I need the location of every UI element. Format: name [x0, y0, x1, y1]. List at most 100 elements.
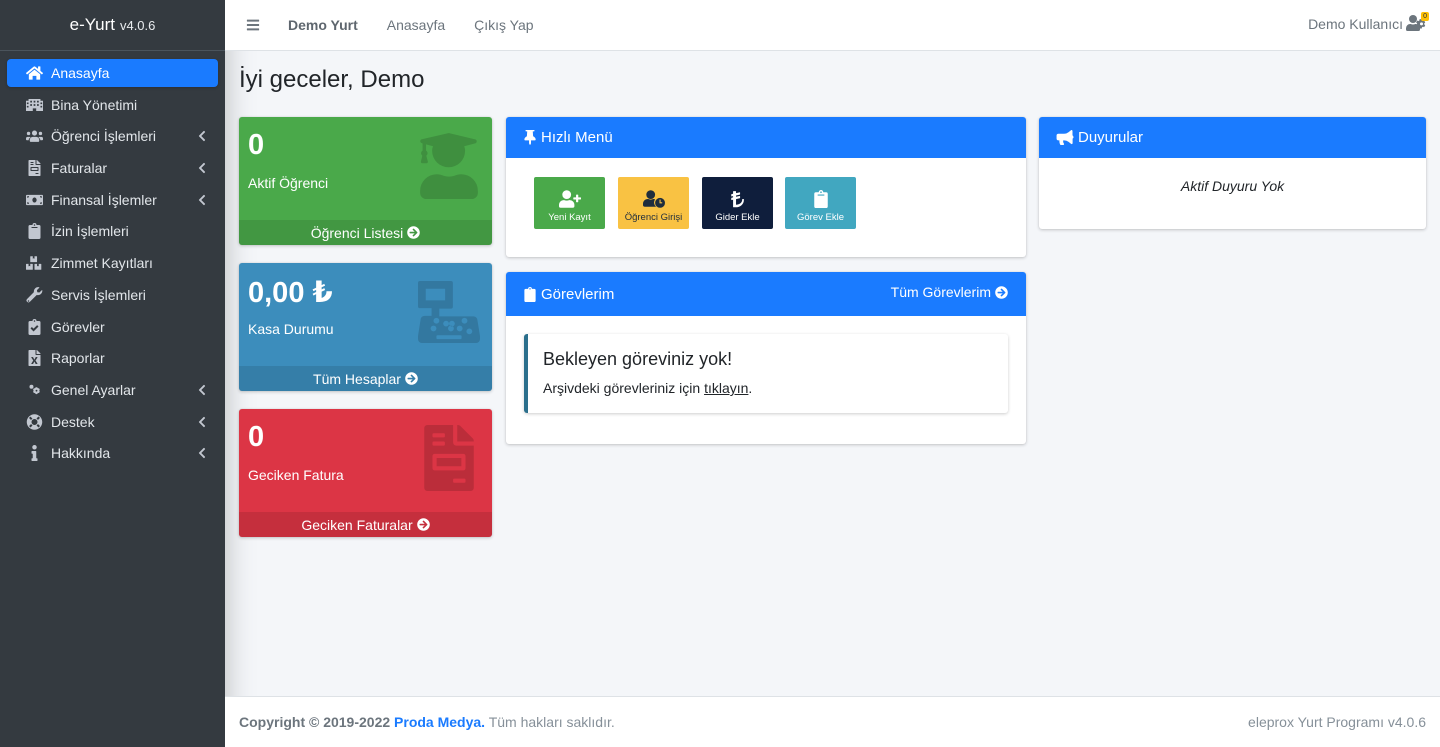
- stat-box-aktif-ogrenci: 0 Aktif Öğrenci Öğrenci Listesi: [239, 117, 492, 245]
- brand-name: e-Yurt: [69, 15, 115, 34]
- chevron-left-icon: [198, 193, 206, 207]
- yeni-kayit-button[interactable]: Yeni Kayıt: [534, 177, 605, 229]
- sidebar-item-faturalar[interactable]: Faturalar: [7, 154, 218, 182]
- chevron-left-icon: [198, 383, 206, 397]
- all-tasks-label: Tüm Görevlerim: [890, 284, 991, 300]
- clipboard-check-icon: [24, 318, 44, 336]
- sidebar-item-servis[interactable]: Servis İşlemleri: [7, 281, 218, 309]
- brand[interactable]: e-Yurt v4.0.6: [0, 0, 225, 51]
- sidebar-item-zimmet[interactable]: Zimmet Kayıtları: [7, 249, 218, 277]
- stat-value: 0: [248, 421, 265, 453]
- footer-label: Tüm Hesaplar: [313, 370, 401, 387]
- file-invoice-icon: [418, 425, 480, 491]
- stat-value: 0: [248, 129, 265, 161]
- sidebar-item-label: Zimmet Kayıtları: [51, 255, 153, 272]
- clipboard-icon: [813, 190, 828, 208]
- geciken-faturalar-link[interactable]: Geciken Faturalar: [239, 512, 492, 537]
- chevron-left-icon: [198, 446, 206, 460]
- user-plus-icon: [558, 190, 581, 208]
- sidebar-item-label: Öğrenci İşlemleri: [51, 128, 157, 145]
- archive-link[interactable]: tıklayın: [704, 380, 748, 396]
- quick-menu-header: Hızlı Menü: [506, 117, 1026, 158]
- file-invoice-icon: [24, 159, 44, 177]
- announcements-title: Duyurular: [1078, 129, 1144, 146]
- button-label: Görev Ekle: [797, 212, 844, 223]
- user-menu[interactable]: Demo Kullanıcı 0: [1308, 12, 1429, 33]
- notification-badge: 0: [1421, 12, 1429, 21]
- life-ring-icon: [24, 413, 44, 431]
- arrow-circle-right-icon: [405, 372, 418, 385]
- cogs-icon: [24, 381, 44, 399]
- sidebar-item-anasayfa[interactable]: Anasayfa: [7, 59, 218, 87]
- user-name: Demo Kullanıcı: [1308, 16, 1403, 32]
- sidebar-item-label: Finansal İşlemler: [51, 191, 157, 208]
- no-tasks-text-prefix: Arşivdeki görevleriniz için: [543, 380, 701, 396]
- no-tasks-text: Arşivdeki görevleriniz için tıklayın.: [543, 380, 752, 396]
- chevron-left-icon: [198, 415, 206, 429]
- cash-register-icon: [418, 279, 480, 345]
- all-tasks-link[interactable]: Tüm Görevlerim: [891, 284, 1008, 300]
- sidebar-item-genel-ayarlar[interactable]: Genel Ayarlar: [7, 376, 218, 404]
- stat-box-geciken-fatura: 0 Geciken Fatura Geciken Faturalar: [239, 409, 492, 537]
- quick-menu-card: Hızlı Menü Yeni Kayıt Öğrenci Girişi Gid…: [506, 117, 1026, 257]
- program-version: eleprox Yurt Programı v4.0.6: [1248, 714, 1426, 730]
- button-label: Yeni Kayıt: [548, 212, 591, 223]
- sidebar-item-izin[interactable]: İzin İşlemleri: [7, 217, 218, 245]
- sidebar-item-destek[interactable]: Destek: [7, 408, 218, 436]
- stat-label: Aktif Öğrenci: [248, 175, 329, 191]
- company-link[interactable]: Proda Medya.: [394, 714, 485, 730]
- button-label: Gider Ekle: [715, 212, 760, 223]
- nav-link-demo-yurt[interactable]: Demo Yurt: [288, 17, 358, 33]
- sidebar-item-finansal[interactable]: Finansal İşlemler: [7, 186, 218, 214]
- no-tasks-text-suffix: .: [748, 380, 753, 396]
- tum-hesaplar-link[interactable]: Tüm Hesaplar: [239, 366, 492, 391]
- nav-link-cikis[interactable]: Çıkış Yap: [474, 17, 533, 33]
- building-icon: [24, 96, 44, 114]
- file-excel-icon: [24, 349, 44, 367]
- ogrenci-girisi-button[interactable]: Öğrenci Girişi: [618, 177, 689, 229]
- arrow-circle-right-icon: [995, 285, 1008, 299]
- copyright-text: Copyright © 2019-2022: [239, 714, 391, 730]
- sidebar-item-bina[interactable]: Bina Yönetimi: [7, 91, 218, 119]
- stat-value: 0,00 ₺: [248, 277, 333, 309]
- rights-text: Tüm hakları saklıdır.: [488, 714, 615, 730]
- sidebar-item-label: Genel Ayarlar: [51, 381, 136, 398]
- sidebar-item-label: Destek: [51, 413, 95, 430]
- ogrenci-listesi-link[interactable]: Öğrenci Listesi: [239, 220, 492, 245]
- gorev-ekle-button[interactable]: Görev Ekle: [785, 177, 856, 229]
- sidebar-nav: Anasayfa Bina Yönetimi Öğrenci İşlemleri…: [0, 51, 225, 479]
- tasks-header: Görevlerim Tüm Görevlerim: [506, 272, 1026, 316]
- hamburger-icon[interactable]: [246, 18, 260, 32]
- sidebar: e-Yurt v4.0.6 Anasayfa Bina Yönetimi Öğr…: [0, 0, 225, 747]
- stat-label: Geciken Fatura: [248, 467, 344, 483]
- nav-link-anasayfa[interactable]: Anasayfa: [387, 17, 445, 33]
- chevron-left-icon: [198, 129, 206, 143]
- announcements-card: Duyurular Aktif Duyuru Yok: [1039, 117, 1426, 229]
- user-graduate-icon: [418, 133, 480, 199]
- clipboard-icon: [524, 286, 536, 302]
- sidebar-item-label: Görevler: [51, 318, 105, 335]
- lira-icon: [730, 191, 744, 208]
- sidebar-item-hakkinda[interactable]: Hakkında: [7, 439, 218, 467]
- sidebar-item-gorevler[interactable]: Görevler: [7, 313, 218, 341]
- stat-box-kasa-durumu: 0,00 ₺ Kasa Durumu Tüm Hesaplar: [239, 263, 492, 391]
- sidebar-item-ogrenci[interactable]: Öğrenci İşlemleri: [7, 122, 218, 150]
- sidebar-item-label: Hakkında: [51, 445, 111, 462]
- sidebar-item-label: İzin İşlemleri: [51, 223, 129, 240]
- tasks-card: Görevlerim Tüm Görevlerim Bekleyen görev…: [506, 272, 1026, 444]
- page-footer: Copyright © 2019-2022 Proda Medya. Tüm h…: [225, 696, 1440, 747]
- wrench-icon: [24, 286, 44, 304]
- no-announcements-text: Aktif Duyuru Yok: [1180, 178, 1285, 194]
- arrow-circle-right-icon: [416, 518, 430, 531]
- gider-ekle-button[interactable]: Gider Ekle: [702, 177, 773, 229]
- footer-label: Geciken Faturalar: [301, 516, 413, 533]
- footer-label: Öğrenci Listesi: [310, 224, 404, 241]
- page-title: İyi geceler, Demo: [239, 66, 425, 93]
- sidebar-item-raporlar[interactable]: Raporlar: [7, 344, 218, 372]
- boxes-icon: [24, 254, 44, 272]
- info-icon: [24, 444, 44, 462]
- user-cog-icon: 0: [1406, 12, 1429, 33]
- arrow-circle-right-icon: [407, 226, 421, 239]
- sidebar-item-label: Bina Yönetimi: [51, 96, 138, 113]
- money-bill-icon: [24, 191, 44, 209]
